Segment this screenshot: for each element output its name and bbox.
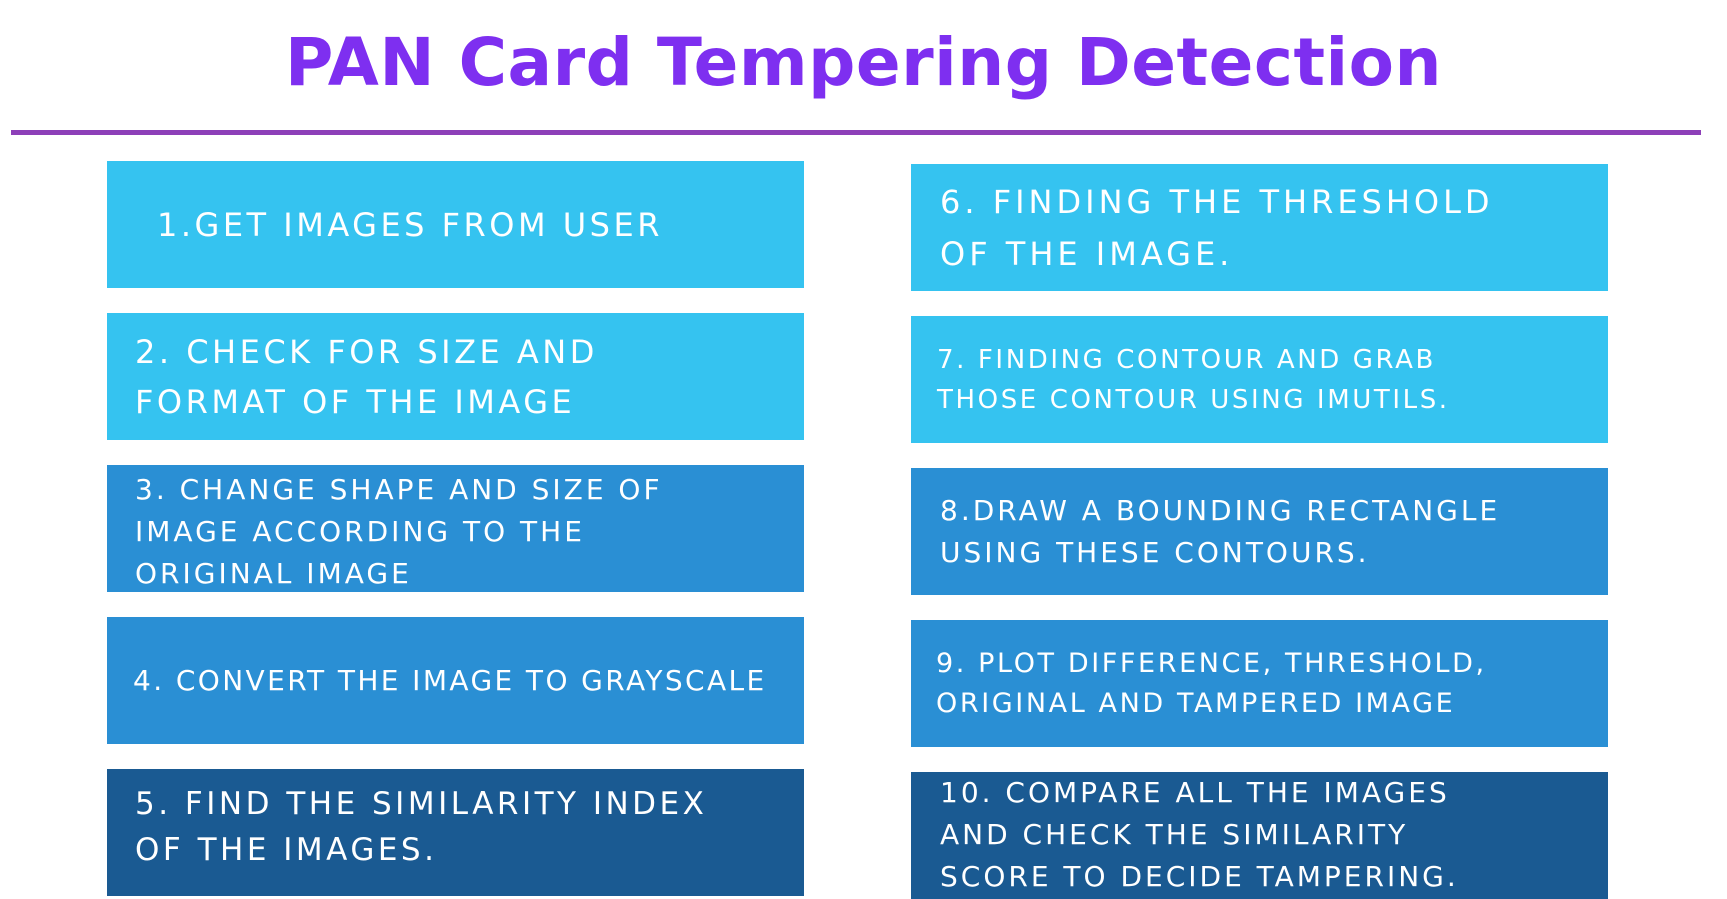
page-title: PAN Card Tempering Detection — [284, 24, 1442, 101]
step-text-5: 5. FIND THE SIMILARITY INDEX OF THE IMAG… — [135, 786, 708, 868]
step-box-8: 8.DRAW A BOUNDING RECTANGLE USING THESE … — [911, 468, 1608, 595]
step-box-10: 10. COMPARE ALL THE IMAGES AND CHECK THE… — [911, 772, 1608, 899]
step-text-7: 7. FINDING CONTOUR AND GRAB THOSE CONTOU… — [937, 344, 1450, 415]
step-text-4: 4. CONVERT THE IMAGE TO GRAYSCALE — [133, 663, 767, 697]
step-text-9: 9. PLOT DIFFERENCE, THRESHOLD, ORIGINAL … — [936, 647, 1487, 719]
step-text-3: 3. CHANGE SHAPE AND SIZE OF IMAGE ACCORD… — [135, 473, 663, 590]
step-text-10: 10. COMPARE ALL THE IMAGES AND CHECK THE… — [940, 776, 1459, 893]
title-divider — [11, 130, 1701, 135]
step-box-4: 4. CONVERT THE IMAGE TO GRAYSCALE — [107, 617, 804, 744]
step-box-3: 3. CHANGE SHAPE AND SIZE OF IMAGE ACCORD… — [107, 465, 804, 592]
step-text-6: 6. FINDING THE THRESHOLD OF THE IMAGE. — [940, 182, 1494, 273]
step-text-2: 2. CHECK FOR SIZE AND FORMAT OF THE IMAG… — [135, 332, 598, 421]
step-box-6: 6. FINDING THE THRESHOLD OF THE IMAGE. — [911, 164, 1608, 291]
step-text-8: 8.DRAW A BOUNDING RECTANGLE USING THESE … — [940, 493, 1501, 569]
step-box-5: 5. FIND THE SIMILARITY INDEX OF THE IMAG… — [107, 769, 804, 896]
step-box-9: 9. PLOT DIFFERENCE, THRESHOLD, ORIGINAL … — [911, 620, 1608, 747]
step-box-7: 7. FINDING CONTOUR AND GRAB THOSE CONTOU… — [911, 316, 1608, 443]
step-box-2: 2. CHECK FOR SIZE AND FORMAT OF THE IMAG… — [107, 313, 804, 440]
step-box-1: 1.GET IMAGES FROM USER — [107, 161, 804, 288]
step-text-1: 1.GET IMAGES FROM USER — [157, 205, 663, 244]
